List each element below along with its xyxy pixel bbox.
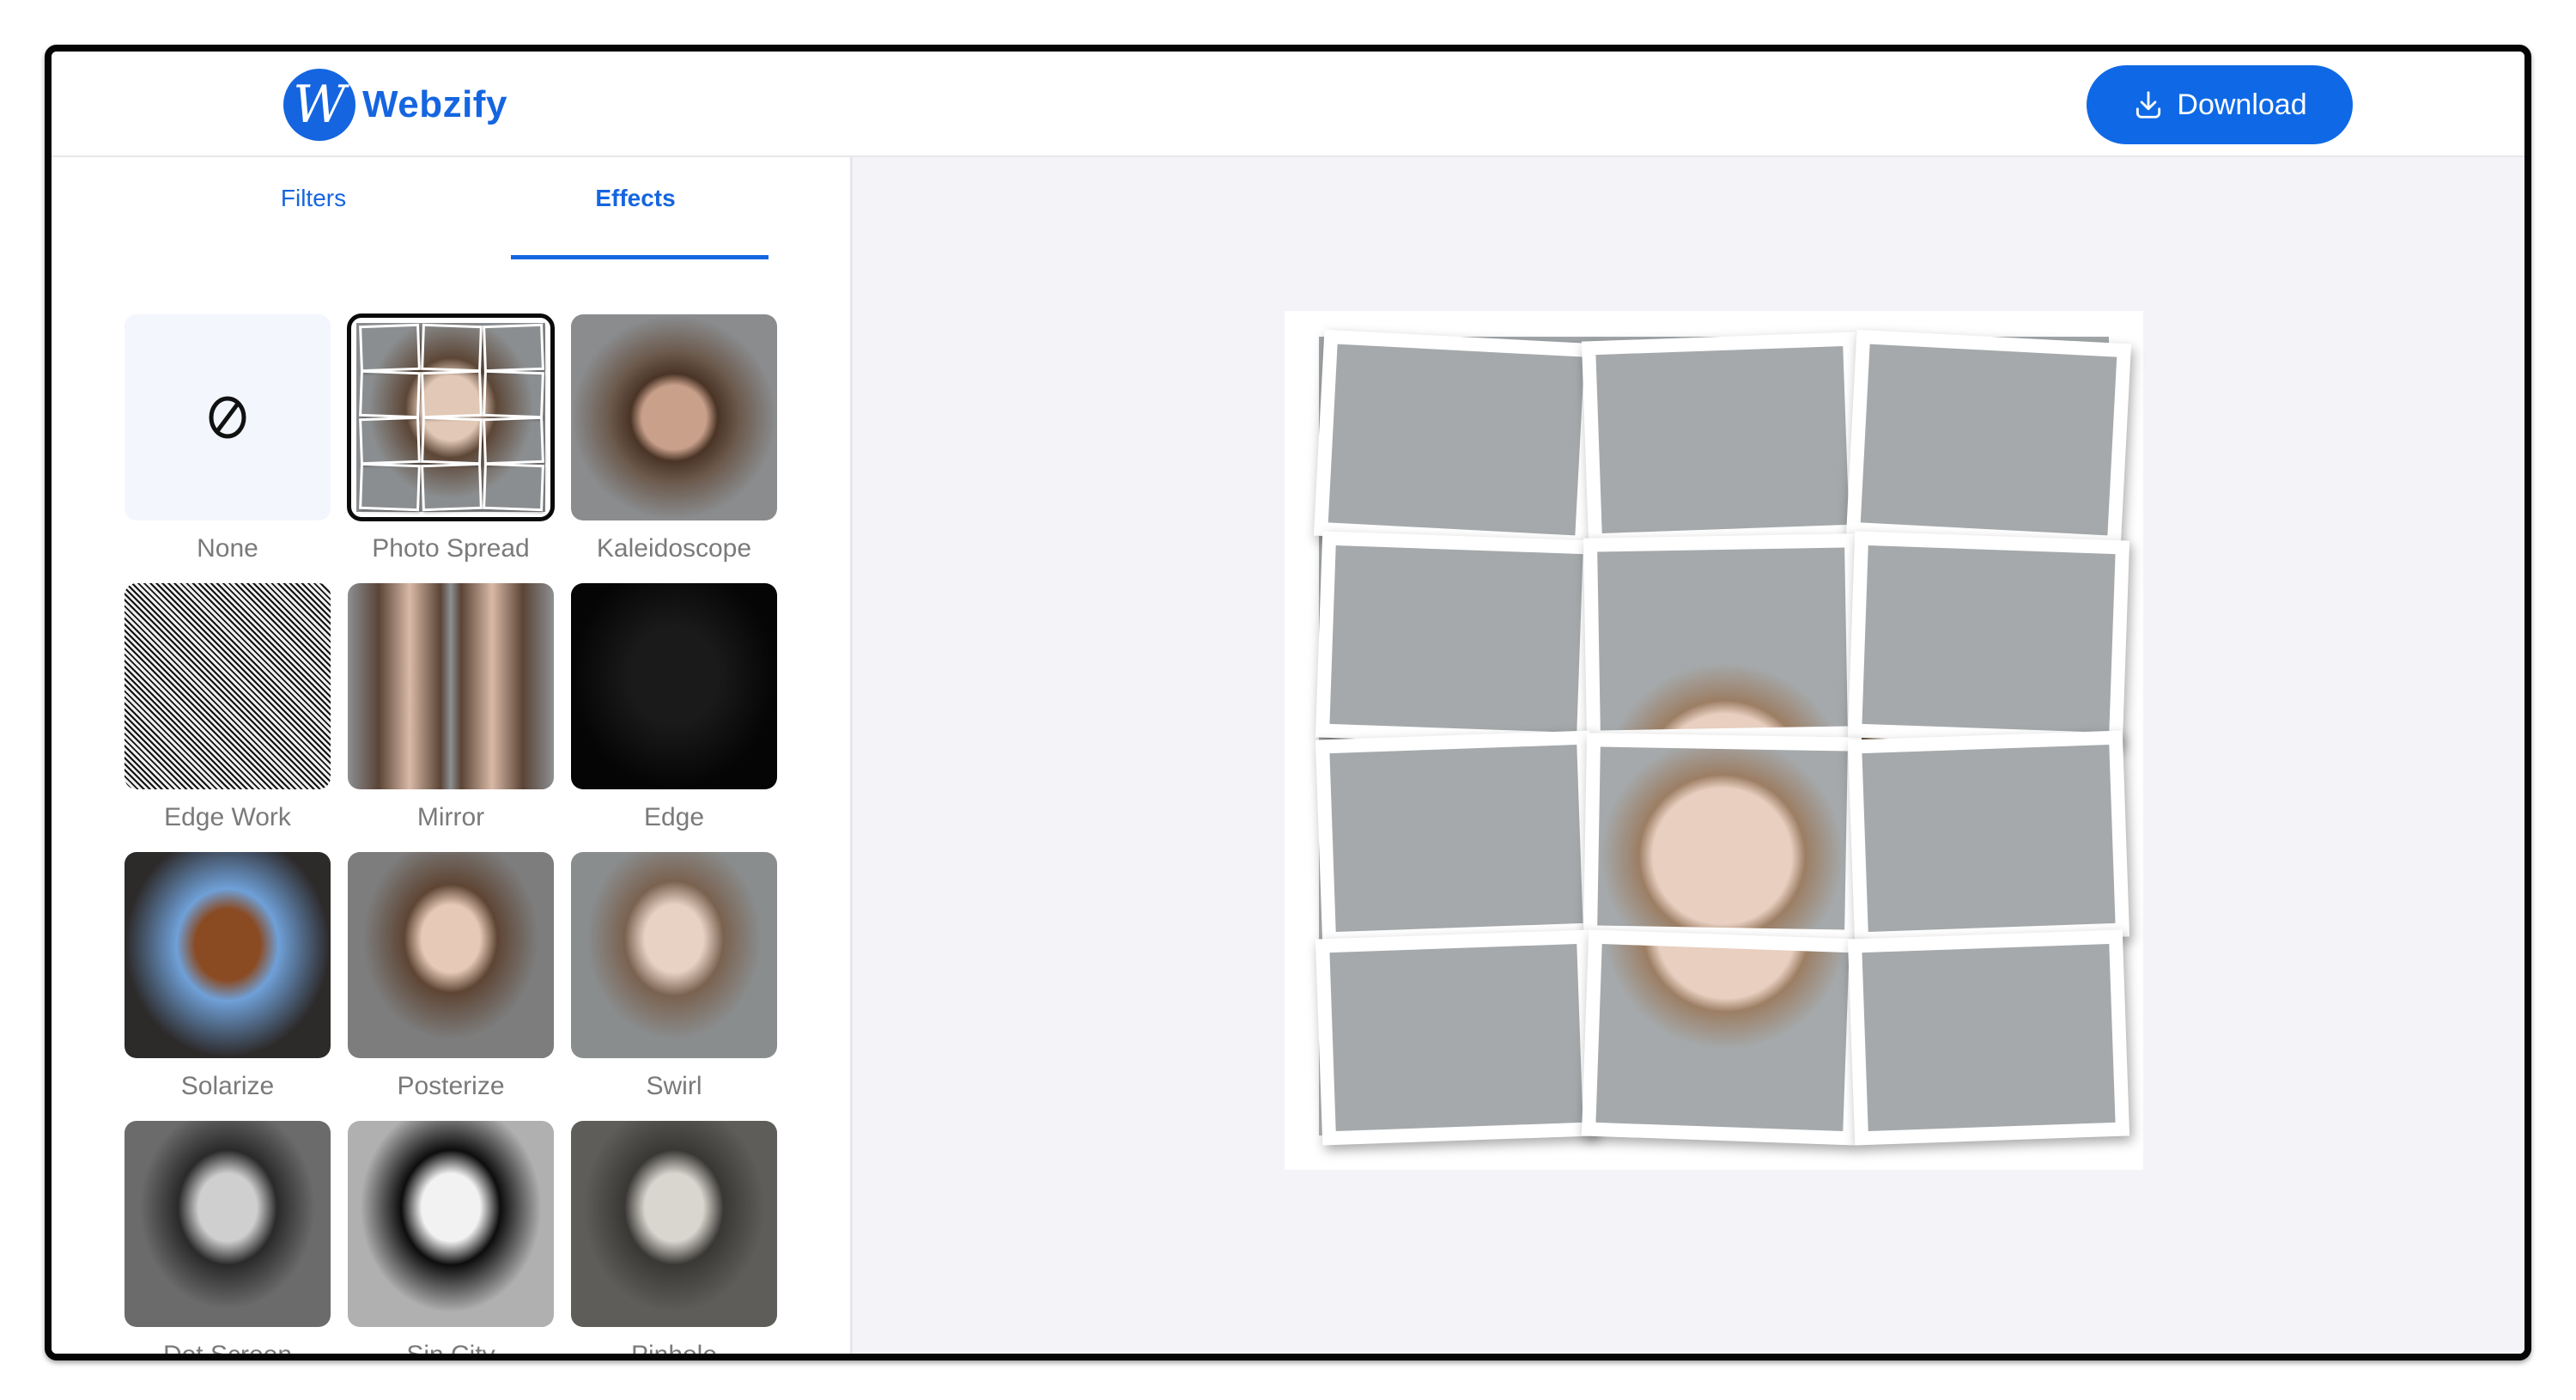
download-icon <box>2136 91 2161 119</box>
effect-item[interactable]: None <box>125 314 331 563</box>
photo-spread-tile <box>359 369 421 419</box>
photo-spread-tile <box>1581 929 1864 1146</box>
effect-thumbnail[interactable] <box>125 314 331 520</box>
photo-spread-tile <box>421 323 483 373</box>
effect-item[interactable]: Edge Work <box>125 583 331 832</box>
effect-item[interactable]: Pinhole <box>571 1121 777 1354</box>
effect-label: Swirl <box>646 1072 702 1100</box>
effect-item[interactable]: Solarize <box>125 852 331 1101</box>
effect-item[interactable]: Edge <box>571 583 777 832</box>
tile-image <box>1862 745 2116 932</box>
photo-spread-tile <box>359 323 421 373</box>
tile-image <box>1327 344 1585 536</box>
photo-spread-tile <box>359 416 421 466</box>
effect-item[interactable]: Mirror <box>348 583 554 832</box>
photo-spread-tile <box>421 416 483 466</box>
tile-image <box>1329 745 1583 932</box>
effect-label: Mirror <box>416 803 485 831</box>
effect-item[interactable]: Dot Screen <box>125 1121 331 1354</box>
effect-thumbnail[interactable] <box>348 583 554 789</box>
no-symbol-icon <box>209 396 246 439</box>
effect-thumbnail[interactable] <box>125 852 331 1058</box>
tile-image <box>1597 547 1848 731</box>
tab-effects[interactable]: Effects <box>511 185 760 253</box>
effect-label: Pinhole <box>571 1341 777 1354</box>
tile-image <box>1329 545 1583 733</box>
tile-image <box>1597 746 1848 930</box>
photo-spread-tile <box>1583 733 1862 944</box>
preview-canvas <box>1285 311 2143 1170</box>
photo-spread-tile <box>1847 730 2130 947</box>
tile-image <box>1862 944 2116 1131</box>
effect-item[interactable]: Swirl <box>571 852 777 1101</box>
photo-spread-tile <box>421 369 483 419</box>
effect-label: Photo Spread <box>372 534 530 563</box>
photo-spread-tile <box>1583 533 1862 745</box>
effect-label: None <box>197 534 258 563</box>
app-window: W Webzify Download Filters Effects None P… <box>45 45 2531 1360</box>
photo-spread-tile <box>1315 730 1598 947</box>
photo-spread-tile <box>483 416 544 466</box>
effect-label: Solarize <box>180 1072 275 1100</box>
photo-spread-tile <box>359 462 421 512</box>
effect-label: Kaleidoscope <box>596 534 752 563</box>
logo-text: Webzify <box>362 83 507 125</box>
tile-image <box>1595 944 1850 1131</box>
active-tab-indicator <box>511 255 769 259</box>
photo-spread-tile <box>483 369 544 419</box>
tile-image <box>1329 944 1583 1131</box>
effect-label: Edge <box>643 803 705 831</box>
photo-spread-tile <box>483 462 544 512</box>
tab-filters[interactable]: Filters <box>172 185 455 253</box>
download-label: Download <box>2177 88 2307 121</box>
tile-image <box>1860 344 2117 536</box>
effect-label: Posterize <box>397 1072 505 1100</box>
tile-image <box>1595 346 1850 533</box>
effect-thumbnail[interactable] <box>125 1121 331 1327</box>
effect-thumbnail[interactable] <box>125 583 331 789</box>
photo-spread-tile <box>1581 332 1864 548</box>
logo-icon: W <box>283 69 355 141</box>
photo-spread-tile <box>1313 329 1600 551</box>
photo-spread-tile <box>1845 329 2132 551</box>
tab-filters-label: Filters <box>280 185 347 211</box>
tile-image <box>1862 545 2116 733</box>
photo-spread-tile <box>1315 531 1598 747</box>
effect-item[interactable]: Posterize <box>348 852 554 1101</box>
photo-spread-tile <box>421 462 483 512</box>
effect-thumbnail[interactable] <box>571 583 777 789</box>
photo-spread-tile <box>1847 531 2130 747</box>
effect-thumbnail[interactable] <box>571 314 777 520</box>
effect-label: Sin City <box>348 1341 554 1354</box>
effect-thumbnail[interactable] <box>348 1121 554 1327</box>
sidebar: Filters Effects None Photo Spread Kaleidos… <box>52 157 853 1354</box>
download-button[interactable]: Download <box>2087 65 2353 144</box>
effect-thumbnail[interactable] <box>348 852 554 1058</box>
effect-thumbnail[interactable] <box>347 313 555 521</box>
effect-label: Edge Work <box>164 803 291 831</box>
effect-thumbnail[interactable] <box>571 852 777 1058</box>
photo-spread-tile <box>1847 929 2130 1146</box>
tab-effects-label: Effects <box>595 185 676 211</box>
effect-item[interactable]: Sin City <box>348 1121 554 1354</box>
photo-spread-tile <box>1315 929 1598 1146</box>
header: W Webzify Download <box>52 52 2524 157</box>
effect-item[interactable]: Photo Spread <box>347 313 555 563</box>
effect-label: Dot Screen <box>125 1341 331 1354</box>
photo-spread-tile <box>483 323 544 373</box>
effect-thumbnail[interactable] <box>571 1121 777 1327</box>
logo[interactable]: W Webzify <box>283 69 507 141</box>
preview-area <box>853 157 2524 1354</box>
effect-item[interactable]: Kaleidoscope <box>571 314 777 563</box>
